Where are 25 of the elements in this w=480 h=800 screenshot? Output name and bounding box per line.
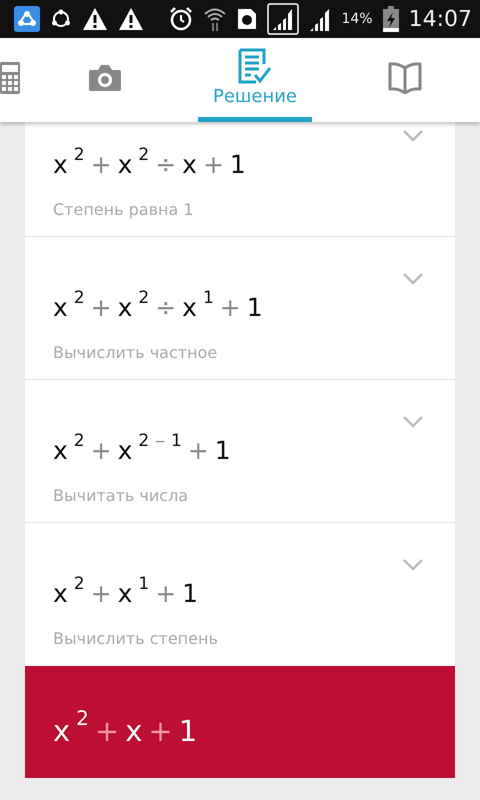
math-expression: x $^{2}$ + x $^{1}$ + 1 (53, 573, 198, 610)
step-caption: Вычислить частное (53, 343, 218, 362)
warning-icon (118, 7, 144, 31)
chevron-down-icon[interactable] (403, 130, 423, 142)
result-expression: x $^{2}$ + x + 1 (53, 704, 198, 748)
clock-time: 14:07 (408, 6, 472, 32)
step-caption: Вычитать числа (53, 486, 190, 505)
math-expression: x $^{2}$ + x $^{2}$ ÷ x $^{1}$ + 1 (53, 287, 263, 324)
alarm-clock-icon (169, 6, 194, 32)
wifi-icon (203, 6, 228, 32)
signal-icon (267, 3, 300, 35)
step-caption: Вычислить степень (53, 629, 219, 648)
battery-charging-icon (382, 6, 399, 32)
battery-percent: 14% (341, 11, 373, 27)
document-check-icon (238, 48, 272, 84)
book-icon (388, 62, 422, 94)
chevron-down-icon[interactable] (403, 559, 423, 571)
chevron-down-icon[interactable] (403, 416, 423, 428)
sync-icon (50, 8, 72, 30)
chevron-down-icon[interactable] (403, 273, 423, 285)
math-expression: x $^{2}$ + x $^{2}$ ÷ x + 1 (53, 144, 246, 181)
camera-icon (89, 64, 121, 90)
step-caption: Степень равна 1 (53, 200, 195, 219)
share-app-icon (14, 6, 40, 32)
warning-icon (82, 7, 108, 31)
